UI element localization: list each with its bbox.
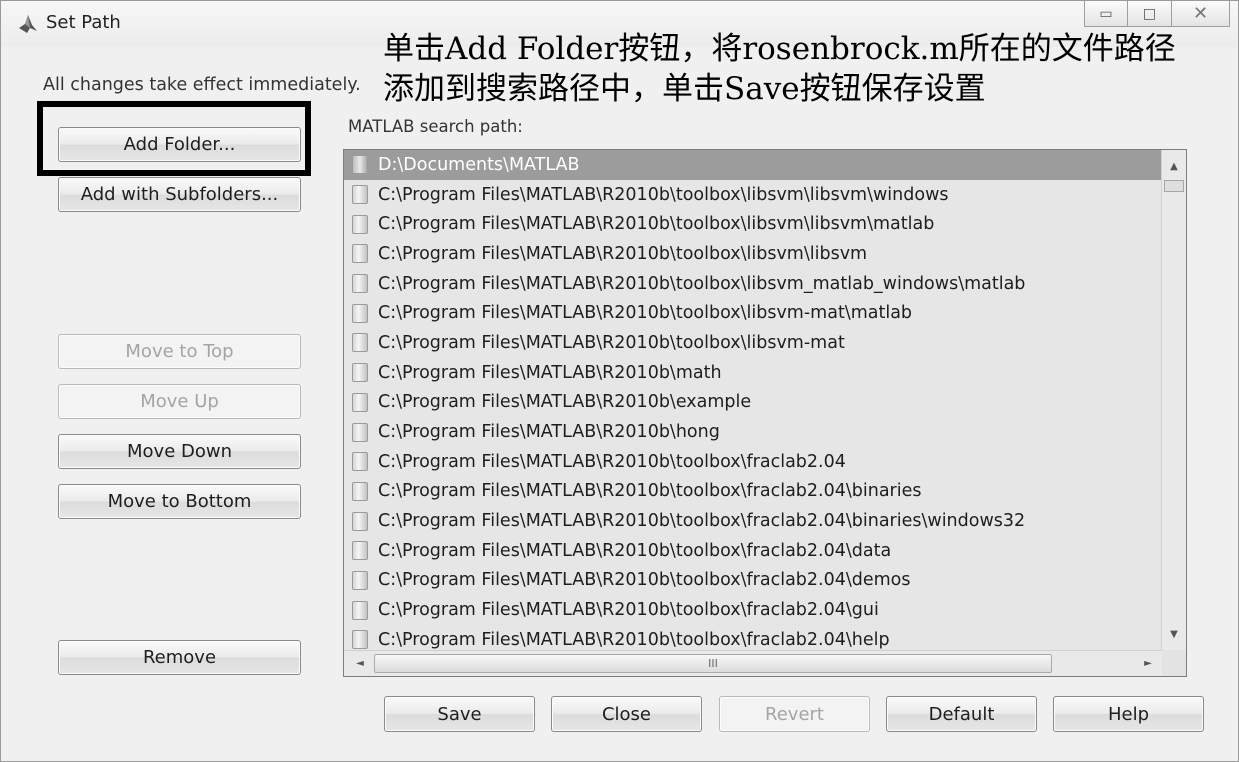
path-list-item[interactable]: C:\Program Files\MATLAB\R2010b\math — [344, 358, 1162, 388]
default-button[interactable]: Default — [886, 696, 1037, 732]
folder-icon — [352, 511, 368, 531]
path-list-item[interactable]: C:\Program Files\MATLAB\R2010b\toolbox\f… — [344, 566, 1162, 596]
path-text: C:\Program Files\MATLAB\R2010b\toolbox\l… — [378, 303, 913, 324]
folder-icon — [352, 570, 368, 590]
path-rows: D:\Documents\MATLAB C:\Program Files\MATL… — [344, 150, 1162, 650]
path-text: C:\Program Files\MATLAB\R2010b\toolbox\l… — [378, 332, 845, 353]
close-icon[interactable]: ✕ — [1172, 1, 1230, 27]
path-text: C:\Program Files\MATLAB\R2010b\toolbox\f… — [378, 600, 879, 621]
annotation-line-2: 添加到搜索路径中，单击Save按钮保存设置 — [383, 71, 986, 107]
horizontal-scrollbar[interactable]: ◄ III ► — [344, 650, 1162, 676]
path-list-item[interactable]: D:\Documents\MATLAB — [344, 150, 1162, 180]
move-down-button[interactable]: Move Down — [58, 434, 301, 469]
folder-icon — [352, 303, 368, 323]
move-up-button[interactable]: Move Up — [58, 384, 301, 419]
folder-icon — [352, 392, 368, 412]
path-text: C:\Program Files\MATLAB\R2010b\math — [378, 362, 722, 383]
window-title: Set Path — [46, 12, 121, 33]
path-list-item[interactable]: C:\Program Files\MATLAB\R2010b\toolbox\f… — [344, 506, 1162, 536]
save-button[interactable]: Save — [384, 696, 535, 732]
maximize-icon[interactable]: □ — [1128, 1, 1172, 27]
instruction-annotation: 单击Add Folder按钮，将rosenbrock.m所在的文件路径 添加到搜… — [383, 29, 1223, 109]
path-list-item[interactable]: C:\Program Files\MATLAB\R2010b\toolbox\l… — [344, 298, 1162, 328]
annotation-line-1: 单击Add Folder按钮，将rosenbrock.m所在的文件路径 — [383, 31, 1176, 67]
path-list-item[interactable]: C:\Program Files\MATLAB\R2010b\toolbox\l… — [344, 209, 1162, 239]
path-text: C:\Program Files\MATLAB\R2010b\toolbox\f… — [378, 570, 911, 591]
scrollbar-corner — [1162, 650, 1186, 676]
path-text: C:\Program Files\MATLAB\R2010b\toolbox\l… — [378, 184, 949, 205]
add-folder-button[interactable]: Add Folder... — [58, 127, 301, 162]
scroll-down-icon[interactable]: ▼ — [1162, 624, 1186, 646]
path-text: C:\Program Files\MATLAB\R2010b\toolbox\f… — [378, 511, 1026, 532]
path-text: C:\Program Files\MATLAB\R2010b\toolbox\l… — [378, 214, 935, 235]
folder-icon — [352, 630, 368, 650]
help-button[interactable]: Help — [1053, 696, 1204, 732]
set-path-window: Set Path ▭ □ ✕ 单击Add Folder按钮，将rosenbroc… — [0, 0, 1239, 762]
vertical-scroll-thumb[interactable] — [1164, 180, 1184, 192]
path-list-item[interactable]: C:\Program Files\MATLAB\R2010b\hong — [344, 417, 1162, 447]
info-text: All changes take effect immediately. — [43, 75, 361, 95]
matlab-icon — [19, 15, 37, 33]
path-text: C:\Program Files\MATLAB\R2010b\toolbox\f… — [378, 451, 846, 472]
move-to-top-button[interactable]: Move to Top — [58, 334, 301, 369]
folder-icon — [352, 333, 368, 353]
move-to-bottom-button[interactable]: Move to Bottom — [58, 484, 301, 519]
path-list-item[interactable]: C:\Program Files\MATLAB\R2010b\toolbox\l… — [344, 328, 1162, 358]
path-list-item[interactable]: C:\Program Files\MATLAB\R2010b\toolbox\l… — [344, 239, 1162, 269]
folder-icon — [352, 214, 368, 234]
folder-icon — [352, 185, 368, 205]
path-text: C:\Program Files\MATLAB\R2010b\toolbox\l… — [378, 243, 868, 264]
path-list-item[interactable]: C:\Program Files\MATLAB\R2010b\example — [344, 388, 1162, 418]
path-list-item[interactable]: C:\Program Files\MATLAB\R2010b\toolbox\l… — [344, 269, 1162, 299]
path-text: D:\Documents\MATLAB — [378, 154, 580, 175]
folder-icon — [352, 155, 368, 175]
vertical-scrollbar[interactable]: ▲ ▼ — [1161, 150, 1186, 650]
search-path-label: MATLAB search path: — [348, 117, 523, 136]
path-list-item[interactable]: C:\Program Files\MATLAB\R2010b\toolbox\f… — [344, 477, 1162, 507]
scroll-right-icon[interactable]: ► — [1136, 651, 1160, 676]
path-list-item[interactable]: C:\Program Files\MATLAB\R2010b\toolbox\f… — [344, 625, 1162, 650]
path-text: C:\Program Files\MATLAB\R2010b\hong — [378, 422, 720, 443]
path-list-item[interactable]: C:\Program Files\MATLAB\R2010b\toolbox\f… — [344, 447, 1162, 477]
scroll-up-icon[interactable]: ▲ — [1162, 156, 1186, 178]
search-path-list[interactable]: D:\Documents\MATLAB C:\Program Files\MATL… — [343, 149, 1187, 677]
path-text: C:\Program Files\MATLAB\R2010b\toolbox\f… — [378, 540, 892, 561]
path-list-item[interactable]: C:\Program Files\MATLAB\R2010b\toolbox\f… — [344, 536, 1162, 566]
window-controls: ▭ □ ✕ — [1084, 1, 1230, 31]
folder-icon — [352, 422, 368, 442]
remove-button[interactable]: Remove — [58, 640, 301, 675]
path-text: C:\Program Files\MATLAB\R2010b\toolbox\f… — [378, 481, 922, 502]
horizontal-scroll-thumb[interactable]: III — [374, 654, 1052, 673]
folder-icon — [352, 274, 368, 294]
path-text: C:\Program Files\MATLAB\R2010b\example — [378, 392, 752, 413]
folder-icon — [352, 541, 368, 561]
add-with-subfolders-button[interactable]: Add with Subfolders... — [58, 177, 301, 212]
folder-icon — [352, 481, 368, 501]
path-list-item[interactable]: C:\Program Files\MATLAB\R2010b\toolbox\l… — [344, 180, 1162, 210]
path-text: C:\Program Files\MATLAB\R2010b\toolbox\l… — [378, 273, 1026, 294]
close-button[interactable]: Close — [551, 696, 702, 732]
folder-icon — [352, 244, 368, 264]
minimize-icon[interactable]: ▭ — [1084, 1, 1128, 27]
folder-icon — [352, 452, 368, 472]
scroll-left-icon[interactable]: ◄ — [348, 651, 372, 676]
folder-icon — [352, 600, 368, 620]
path-list-item[interactable]: C:\Program Files\MATLAB\R2010b\toolbox\f… — [344, 595, 1162, 625]
path-text: C:\Program Files\MATLAB\R2010b\toolbox\f… — [378, 629, 890, 650]
scroll-grip-icon: III — [708, 657, 718, 670]
revert-button[interactable]: Revert — [719, 696, 870, 732]
folder-icon — [352, 363, 368, 383]
